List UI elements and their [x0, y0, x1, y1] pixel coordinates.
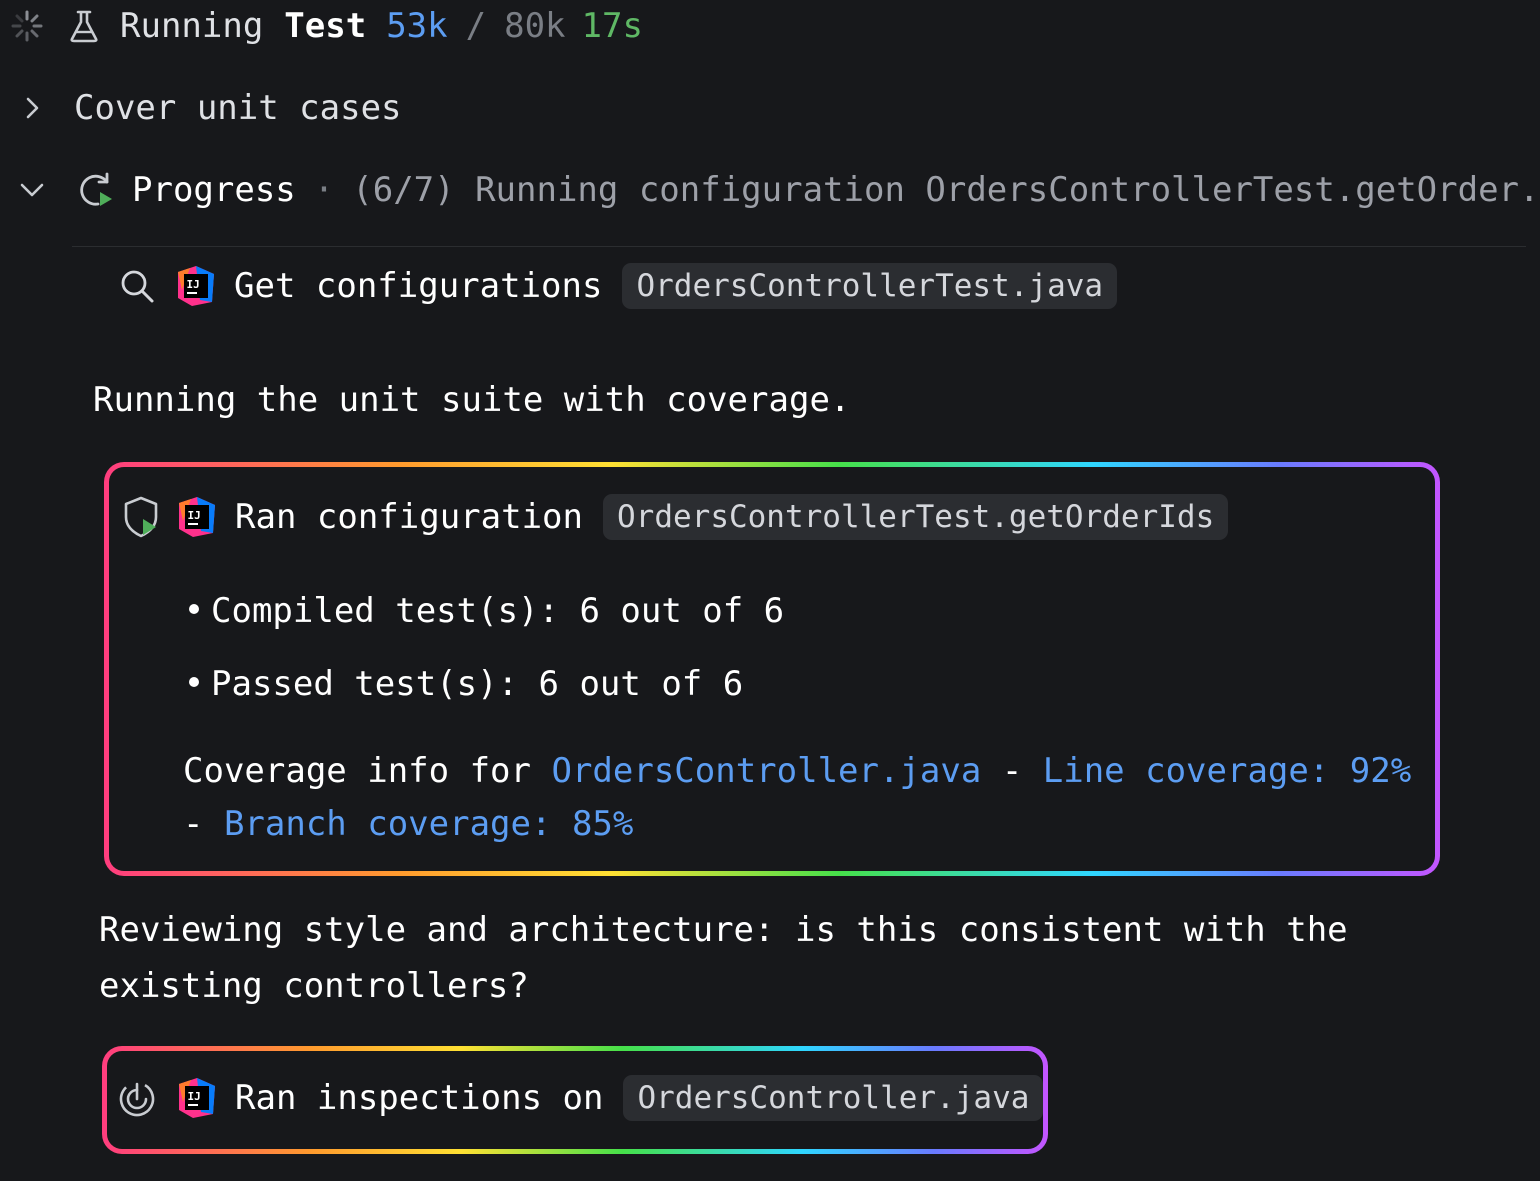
review-message-line-2: existing controllers?	[99, 966, 529, 1006]
passed-tests-text: Passed test(s): 6 out of 6	[211, 664, 744, 704]
chevron-down-icon[interactable]	[18, 176, 46, 204]
list-item: Passed test(s): 6 out of 6	[189, 664, 743, 704]
svg-text:IJ: IJ	[188, 1090, 201, 1103]
coverage-line-1: Coverage info for OrdersController.java …	[183, 751, 1411, 791]
svg-text:IJ: IJ	[187, 278, 200, 291]
elapsed-time: 17s	[581, 6, 643, 46]
review-message-line-1: Reviewing style and architecture: is thi…	[99, 910, 1348, 950]
divider	[72, 246, 1526, 247]
file-chip[interactable]: OrdersController.java	[623, 1075, 1044, 1121]
ran-configuration-card: IJ Ran configuration OrdersControllerTes…	[104, 462, 1440, 876]
rerun-icon	[80, 172, 112, 206]
chevron-right-icon[interactable]	[20, 95, 46, 121]
get-configurations-step: IJ Get configurations OrdersControllerTe…	[118, 262, 1118, 310]
coverage-dash: -	[981, 751, 1043, 791]
get-configurations-label: Get configurations	[234, 266, 603, 306]
tokens-max: 80k	[504, 6, 566, 46]
status-message: Running the unit suite with coverage.	[93, 380, 851, 420]
coverage-line-2: - Branch coverage: 85%	[183, 804, 633, 844]
tokens-used: 53k	[386, 6, 448, 46]
shield-run-icon	[124, 496, 158, 538]
configuration-chip[interactable]: OrdersControllerTest.getOrderIds	[603, 494, 1229, 540]
svg-text:IJ: IJ	[188, 509, 201, 522]
intellij-logo-icon: IJ	[178, 266, 214, 306]
tokens-separator: /	[465, 6, 487, 46]
coverage-dash: -	[183, 804, 224, 844]
ran-inspections-label: Ran inspections on	[235, 1078, 604, 1118]
intellij-logo-icon: IJ	[179, 497, 215, 537]
cover-unit-cases-row[interactable]: Cover unit cases	[20, 86, 402, 130]
ran-inspections-card: IJ Ran inspections on OrdersController.j…	[102, 1046, 1048, 1154]
search-icon	[121, 270, 154, 303]
progress-row[interactable]: Progress · (6/7) Running configuration O…	[18, 166, 1540, 214]
ran-configuration-header: IJ Ran configuration OrdersControllerTes…	[121, 491, 1229, 543]
spinner-icon	[11, 10, 43, 42]
task-header: Running Test 53k / 80k 17s	[10, 4, 643, 48]
header-title-test: Test	[284, 6, 367, 46]
branch-coverage-link[interactable]: Branch coverage: 85%	[224, 804, 633, 844]
file-chip[interactable]: OrdersControllerTest.java	[622, 263, 1118, 309]
cover-unit-cases-label: Cover unit cases	[74, 88, 402, 128]
progress-detail: (6/7) Running configuration OrdersContro…	[352, 170, 1540, 210]
coverage-prefix: Coverage info for	[183, 751, 552, 791]
ran-inspections-header: IJ Ran inspections on OrdersController.j…	[117, 1073, 1044, 1123]
header-title-running: Running	[120, 6, 264, 46]
compiled-tests-text: Compiled test(s): 6 out of 6	[211, 591, 785, 631]
flask-icon	[70, 10, 98, 43]
bullet-dot	[189, 676, 199, 687]
bullet-dot	[189, 603, 199, 614]
progress-separator: ·	[313, 170, 335, 210]
progress-label: Progress	[132, 170, 296, 210]
gauge-icon	[119, 1081, 155, 1117]
ran-configuration-label: Ran configuration	[235, 497, 583, 537]
intellij-logo-icon: IJ	[179, 1078, 215, 1118]
coverage-file-link[interactable]: OrdersController.java	[551, 751, 981, 791]
line-coverage-link[interactable]: Line coverage: 92%	[1043, 751, 1411, 791]
list-item: Compiled test(s): 6 out of 6	[189, 591, 784, 631]
